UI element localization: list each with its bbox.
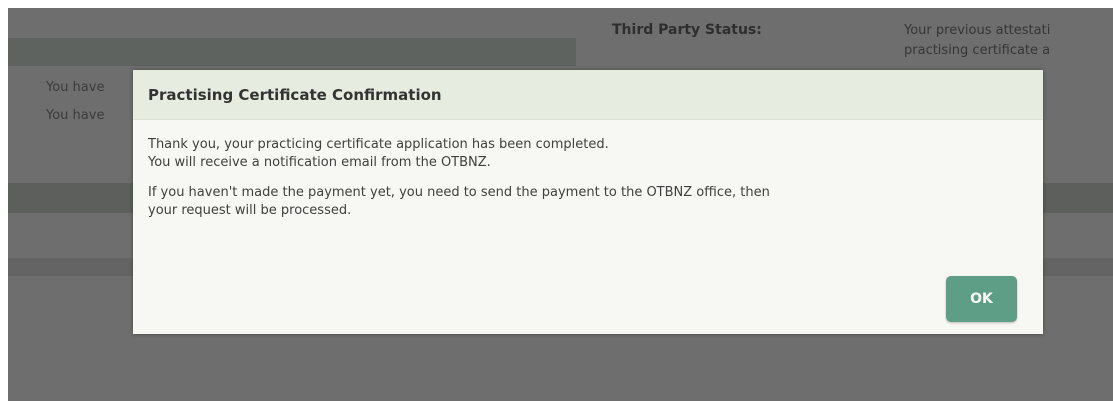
background-section-bar xyxy=(8,38,576,66)
dialog-body: Thank you, your practicing certificate a… xyxy=(133,120,1043,220)
ok-button[interactable]: OK xyxy=(946,276,1017,322)
dialog-message-line: If you haven't made the payment yet, you… xyxy=(148,185,770,200)
third-party-status-value-line: practising certificate a xyxy=(904,43,1051,58)
background-status-text: You have xyxy=(46,108,105,123)
dialog-message-payment: If you haven't made the payment yet, you… xyxy=(148,184,1028,220)
confirmation-dialog: Practising Certificate Confirmation Than… xyxy=(133,70,1043,334)
third-party-status-value-line: Your previous attestati xyxy=(904,23,1051,38)
dialog-message-line: Thank you, your practicing certificate a… xyxy=(148,137,609,152)
dialog-message-confirmation: Thank you, your practicing certificate a… xyxy=(148,136,1028,172)
dialog-message-line: your request will be processed. xyxy=(148,203,352,218)
dialog-message-line: You will receive a notification email fr… xyxy=(148,155,491,170)
dialog-header: Practising Certificate Confirmation xyxy=(133,70,1043,120)
dialog-title: Practising Certificate Confirmation xyxy=(148,85,442,104)
third-party-status-value: Your previous attestati practising certi… xyxy=(904,21,1050,61)
background-status-text: You have xyxy=(46,80,105,95)
third-party-status-label: Third Party Status: xyxy=(612,22,762,38)
